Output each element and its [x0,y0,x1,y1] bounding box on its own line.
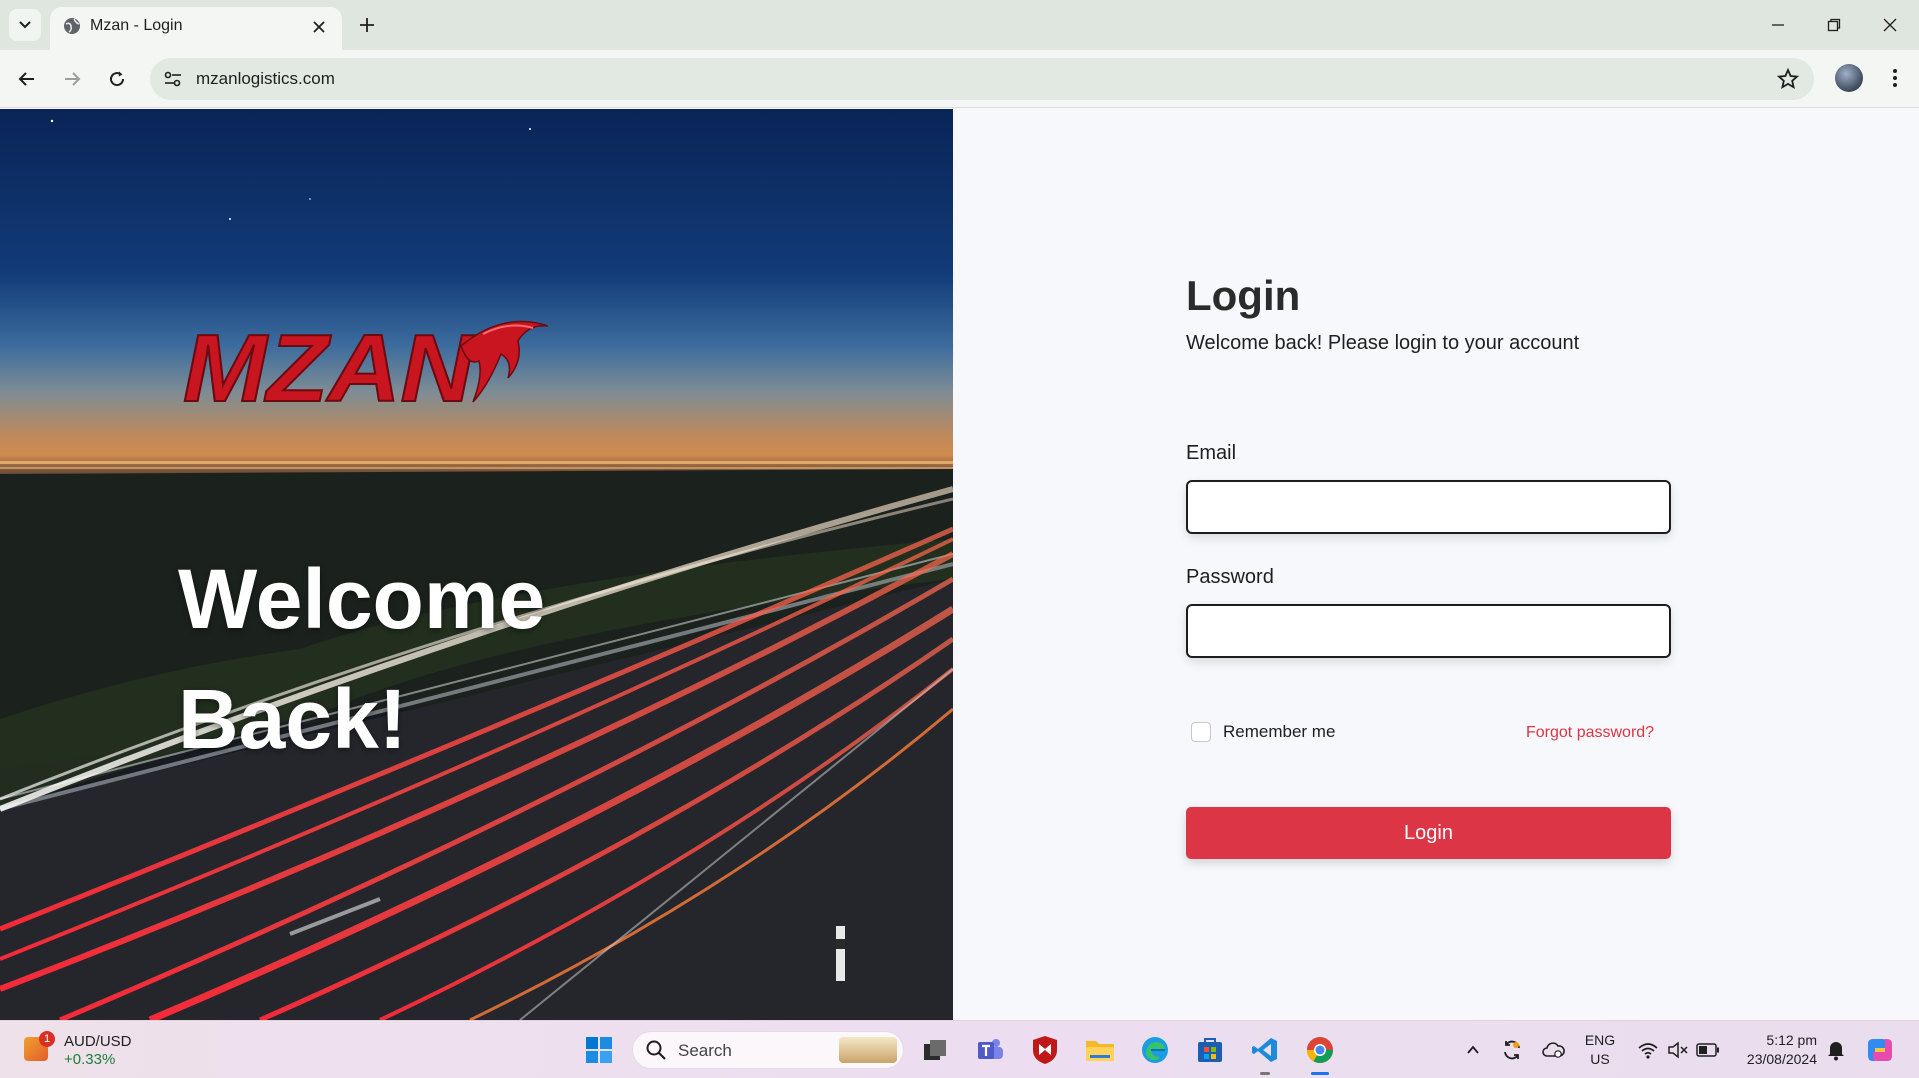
mcafee-button[interactable] [1027,1032,1063,1068]
currency-change: +0.33% [64,1051,116,1068]
battery-icon [1696,1043,1719,1057]
new-tab-button[interactable] [352,10,382,40]
tab-title: Mzan - Login [90,17,183,34]
browser-tab[interactable]: Mzan - Login [50,7,342,50]
notifications-button[interactable] [1818,1032,1854,1068]
clock[interactable]: 5:12 pm 23/08/2024 [1733,1031,1817,1069]
tab-strip: Mzan - Login [0,0,1919,50]
globe-icon [64,18,80,34]
remember-me-checkbox[interactable] [1191,722,1211,742]
chrome-active-indicator [1311,1072,1329,1075]
vscode-icon [1252,1038,1277,1062]
keyboard-region: US [1590,1051,1610,1067]
browser-menu-button[interactable] [1880,63,1910,93]
reload-icon [110,71,125,87]
search-icon [646,1040,666,1060]
password-label: Password [1186,566,1274,588]
forward-button[interactable] [55,62,89,96]
login-title: Login [1186,272,1301,319]
copilot-button[interactable] [1862,1032,1898,1068]
close-icon [313,21,325,33]
minimize-button[interactable] [1750,0,1806,50]
chrome-icon [1306,1037,1334,1064]
login-panel: Login Welcome back! Please login to your… [953,109,1919,1020]
address-bar[interactable]: mzanlogistics.com [150,58,1814,100]
task-view-icon [924,1040,946,1060]
minimize-icon [1772,24,1784,26]
back-button[interactable] [10,62,44,96]
mzan-logo: MZAN [183,314,549,416]
search-highlight-image [839,1037,897,1063]
arrow-left-icon [18,72,34,86]
reload-button[interactable] [100,62,134,96]
copilot-icon [1868,1039,1892,1061]
chrome-button[interactable] [1302,1032,1338,1068]
password-field[interactable] [1186,604,1671,658]
battery-button[interactable] [1690,1032,1726,1068]
file-explorer-button[interactable] [1082,1032,1118,1068]
sync-button[interactable] [1494,1032,1530,1068]
onedrive-button[interactable] [1535,1032,1571,1068]
shield-icon [1033,1036,1057,1064]
sync-icon [1504,1040,1520,1060]
arrow-right-icon [65,72,81,86]
currency-pair: AUD/USD [64,1033,132,1050]
edge-button[interactable] [1137,1032,1173,1068]
profile-avatar[interactable] [1835,64,1863,92]
folder-icon [1086,1041,1114,1061]
teams-icon [978,1039,1003,1059]
hero-image-panel: MZAN Welcome Back! [0,109,953,1020]
cloud-icon [1542,1042,1565,1058]
page-content: MZAN Welcome Back! Login Welcome back! P… [0,109,1919,1020]
welcome-line-2: Back! [178,672,407,766]
welcome-heading: Welcome Back! [178,539,545,779]
taskbar-search[interactable]: Search [632,1031,904,1069]
email-field[interactable] [1186,480,1671,534]
remember-me[interactable]: Remember me [1191,722,1335,742]
bell-icon [1828,1042,1844,1061]
remember-me-label: Remember me [1223,722,1336,741]
edge-icon [1142,1037,1168,1063]
window-close-button[interactable] [1862,0,1918,50]
store-button[interactable] [1192,1032,1228,1068]
teams-button[interactable] [972,1032,1008,1068]
login-button[interactable]: Login [1186,807,1671,859]
notification-badge: 1 [39,1031,55,1047]
show-hidden-icons-button[interactable] [1455,1032,1491,1068]
vscode-button[interactable] [1247,1032,1283,1068]
taskbar: 1 AUD/USD +0.33% Search ENG US 5:12 pm 2… [0,1020,1919,1078]
clock-time: 5:12 pm [1766,1032,1817,1048]
vscode-running-indicator [1260,1072,1270,1075]
plus-icon [360,18,374,32]
chevron-down-icon [19,21,31,29]
restore-button[interactable] [1806,0,1862,50]
more-vertical-icon [1893,69,1897,87]
store-icon [1198,1038,1222,1062]
volume-muted-icon [1668,1041,1688,1059]
email-label: Email [1186,442,1237,464]
site-settings-icon [164,71,181,87]
clock-date: 23/08/2024 [1746,1051,1817,1067]
url-text: mzanlogistics.com [196,69,335,88]
chevron-up-icon [1467,1045,1479,1054]
wifi-icon [1638,1043,1658,1059]
search-label: Search [678,1041,732,1060]
start-button[interactable] [581,1032,617,1068]
restore-icon [1827,18,1841,32]
forgot-password-link[interactable]: Forgot password? [1526,724,1654,742]
language-code: ENG [1584,1032,1616,1048]
browser-toolbar: mzanlogistics.com [0,50,1919,108]
svg-text:MZAN: MZAN [183,315,475,416]
bookmark-star-icon[interactable] [1776,67,1800,91]
tab-search-button[interactable] [9,9,41,41]
login-subtitle: Welcome back! Please login to your accou… [1186,332,1580,354]
windows-logo-icon [586,1037,612,1063]
welcome-line-1: Welcome [178,552,546,646]
language-indicator[interactable]: ENG US [1582,1031,1618,1069]
market-widget[interactable]: 1 AUD/USD +0.33% [22,1031,172,1071]
close-icon [1883,18,1897,32]
tab-close-button[interactable] [306,14,332,40]
task-view-button[interactable] [917,1032,953,1068]
